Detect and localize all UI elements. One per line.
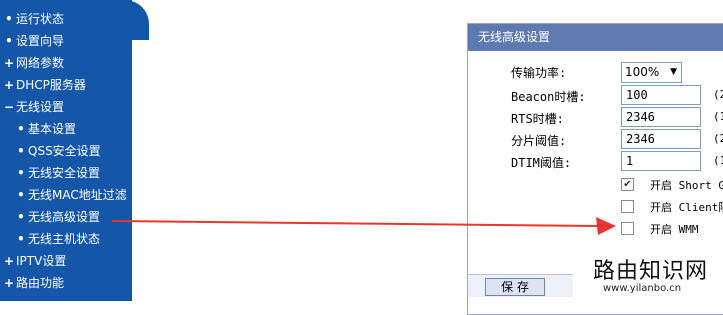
arrow-shaft — [111, 220, 599, 227]
watermark-url: www.yilanbo.cn — [603, 283, 682, 294]
watermark: 路由知识网 www.yilanbo.cn — [573, 243, 723, 301]
arrow-head-icon — [596, 217, 616, 235]
watermark-title: 路由知识网 — [593, 259, 709, 284]
